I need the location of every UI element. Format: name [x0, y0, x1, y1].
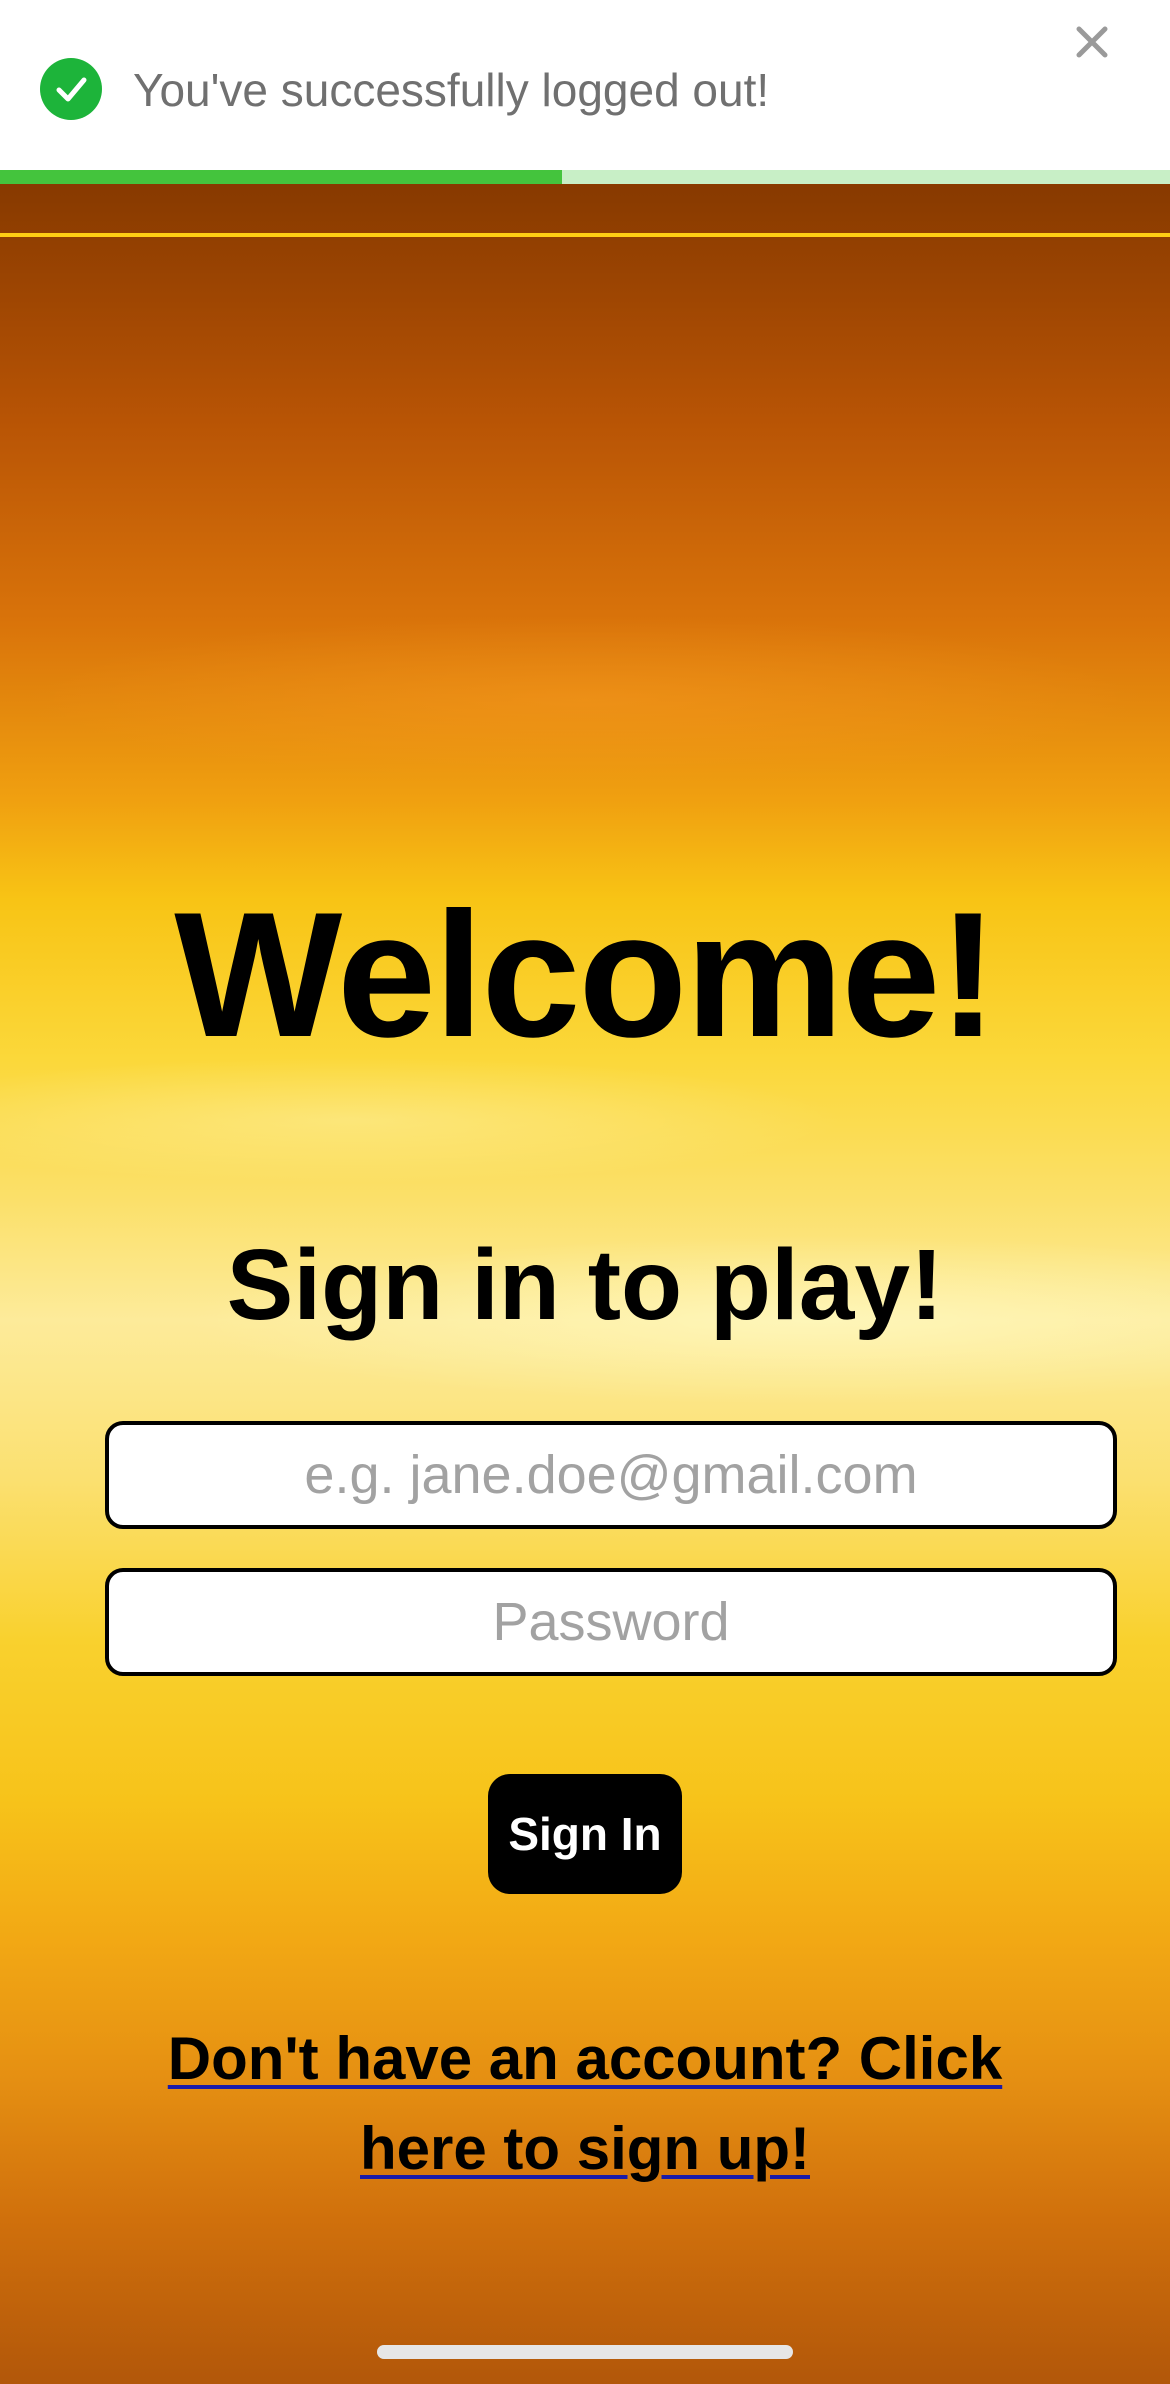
toast-message: You've successfully logged out!	[133, 64, 770, 116]
check-circle-icon	[40, 58, 102, 120]
page-subtitle: Sign in to play!	[226, 1229, 944, 1341]
sign-in-button[interactable]: Sign In	[488, 1774, 682, 1894]
close-icon[interactable]	[1070, 20, 1114, 64]
email-field[interactable]	[105, 1421, 1117, 1529]
toast-progress-fill	[0, 170, 562, 184]
header-divider	[0, 233, 1170, 237]
logout-toast: You've successfully logged out!	[0, 0, 1170, 184]
sign-up-link[interactable]: Don't have an account? Click here to sig…	[160, 2014, 1010, 2194]
password-field[interactable]	[105, 1568, 1117, 1676]
toast-progress-bar	[0, 170, 1170, 184]
home-indicator	[377, 2345, 793, 2359]
page-title: Welcome!	[174, 875, 998, 1074]
